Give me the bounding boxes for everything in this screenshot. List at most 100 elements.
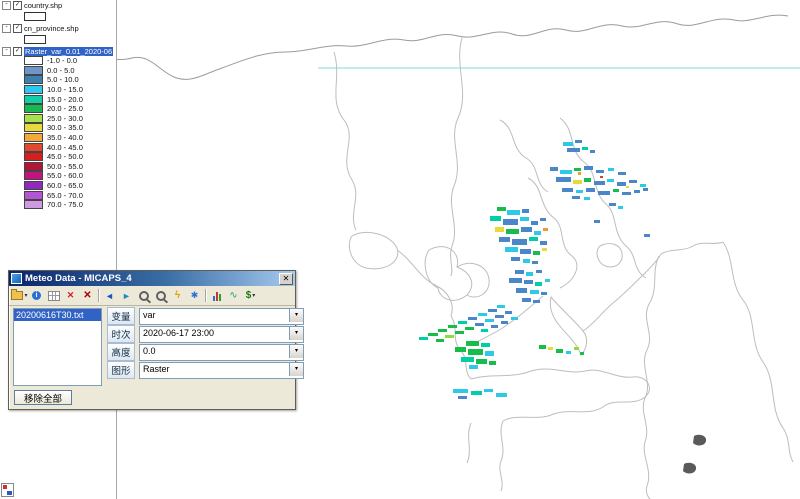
chevron-down-icon[interactable]: ▾ bbox=[289, 363, 303, 376]
legend-row: 55.0 - 60.0 bbox=[0, 171, 116, 181]
legend-color-swatch bbox=[24, 133, 43, 142]
legend-range-label: 65.0 - 70.0 bbox=[47, 191, 83, 200]
legend-color-swatch bbox=[24, 162, 43, 171]
clear-button[interactable]: ✕ bbox=[79, 288, 96, 304]
legend-range-label: 35.0 - 40.0 bbox=[47, 133, 83, 142]
height-label: 高度 bbox=[107, 343, 135, 361]
toolbar-separator bbox=[98, 289, 99, 302]
legend-range-label: 30.0 - 35.0 bbox=[47, 123, 83, 132]
time-label: 时次 bbox=[107, 325, 135, 343]
legend-color-swatch bbox=[24, 191, 43, 200]
legend-range-label: 20.0 - 25.0 bbox=[47, 104, 83, 113]
variable-label: 变量 bbox=[107, 307, 135, 325]
open-file-button[interactable]: ▾ bbox=[11, 288, 28, 304]
layer-checkbox[interactable]: ✓ bbox=[13, 1, 22, 10]
table-button[interactable] bbox=[45, 288, 62, 304]
legend-color-swatch bbox=[24, 171, 43, 180]
height-combobox[interactable]: 0.0 ▾ bbox=[139, 344, 304, 361]
remove-all-button[interactable]: 移除全部 bbox=[14, 390, 72, 405]
legend-color-swatch bbox=[24, 85, 43, 94]
icon-red-block bbox=[3, 485, 7, 489]
meteo-data-dialog: Meteo Data - MICAPS_4 ✕ ▾ i ✕ ✕ ◄ ► bbox=[8, 270, 296, 410]
dialog-titlebar[interactable]: Meteo Data - MICAPS_4 ✕ bbox=[9, 271, 295, 286]
dollar-icon: $ bbox=[246, 290, 252, 301]
layer-row-country[interactable]: - ✓ country.shp bbox=[0, 0, 116, 10]
legend-color-swatch bbox=[24, 114, 43, 123]
time-combobox[interactable]: 2020-06-17 23:00 ▾ bbox=[139, 326, 304, 343]
legend-row: 15.0 - 20.0 bbox=[0, 94, 116, 104]
legend-row: 65.0 - 70.0 bbox=[0, 190, 116, 200]
legend-range-label: 55.0 - 60.0 bbox=[47, 171, 83, 180]
layer-label[interactable]: cn_province.shp bbox=[24, 24, 79, 33]
info-button[interactable]: i bbox=[28, 288, 45, 304]
layer-checkbox[interactable]: ✓ bbox=[13, 24, 22, 33]
legend-color-swatch bbox=[24, 75, 43, 84]
legend-range-label: 70.0 - 75.0 bbox=[47, 200, 83, 209]
legend-row: 10.0 - 15.0 bbox=[0, 85, 116, 95]
variable-value: var bbox=[143, 310, 156, 320]
app-icon bbox=[11, 273, 22, 284]
file-list-item[interactable]: 20200616T30.txt bbox=[14, 309, 101, 321]
graphic-combobox[interactable]: Raster ▾ bbox=[139, 362, 304, 379]
layer-row-raster[interactable]: - ✓ Raster_var_0.01_2020-06 bbox=[0, 46, 116, 56]
legend-row: 50.0 - 55.0 bbox=[0, 162, 116, 172]
delete-button[interactable]: ✕ bbox=[62, 288, 79, 304]
zoom-in-button[interactable] bbox=[135, 288, 152, 304]
chevron-down-icon[interactable]: ▾ bbox=[289, 327, 303, 340]
nav-back-button[interactable]: ◄ bbox=[101, 288, 118, 304]
legend-row: 35.0 - 40.0 bbox=[0, 133, 116, 143]
legend-color-swatch bbox=[24, 123, 43, 132]
layer-row-province[interactable]: - ✓ cn_province.shp bbox=[0, 23, 116, 33]
tree-expand-icon[interactable]: - bbox=[2, 47, 11, 56]
tree-expand-icon[interactable]: - bbox=[2, 1, 11, 10]
layer-symbol-swatch bbox=[24, 35, 46, 44]
graphic-label: 图形 bbox=[107, 361, 135, 379]
currency-button[interactable]: $ ▾ bbox=[242, 288, 259, 304]
clear-icon: ✕ bbox=[83, 290, 91, 301]
time-field-row: 时次 2020-06-17 23:00 ▾ bbox=[107, 326, 304, 342]
delete-icon: ✕ bbox=[67, 290, 75, 301]
layer-label[interactable]: Raster_var_0.01_2020-06 bbox=[24, 47, 113, 56]
layer-checkbox[interactable]: ✓ bbox=[13, 47, 22, 56]
chevron-down-icon[interactable]: ▾ bbox=[289, 345, 303, 358]
magnifier-icon bbox=[156, 291, 166, 301]
legend-color-swatch bbox=[24, 181, 43, 190]
curve-button[interactable]: ∿ bbox=[225, 288, 242, 304]
tree-expand-icon[interactable]: - bbox=[2, 24, 11, 33]
legend-row: 25.0 - 30.0 bbox=[0, 114, 116, 124]
legend-row: 60.0 - 65.0 bbox=[0, 181, 116, 191]
legend-row: 5.0 - 10.0 bbox=[0, 75, 116, 85]
bar-chart-icon bbox=[213, 291, 221, 301]
map-viewport[interactable] bbox=[0, 0, 800, 499]
graphic-field-row: 图形 Raster ▾ bbox=[107, 362, 304, 378]
height-value: 0.0 bbox=[143, 346, 156, 356]
layer-symbol-swatch bbox=[24, 12, 46, 21]
wave-icon: ∿ bbox=[229, 290, 237, 301]
lightning-icon: ϟ bbox=[175, 290, 180, 301]
layer-label[interactable]: country.shp bbox=[24, 1, 62, 10]
chevron-down-icon[interactable]: ▾ bbox=[289, 309, 303, 322]
legend-range-label: 50.0 - 55.0 bbox=[47, 162, 83, 171]
zoom-out-button[interactable] bbox=[152, 288, 169, 304]
magnifier-icon bbox=[139, 291, 149, 301]
variable-field-row: 变量 var ▾ bbox=[107, 308, 304, 324]
legend-row: 30.0 - 35.0 bbox=[0, 123, 116, 133]
dialog-close-button[interactable]: ✕ bbox=[279, 273, 293, 285]
lightning-button[interactable]: ϟ bbox=[169, 288, 186, 304]
legend-row: 20.0 - 25.0 bbox=[0, 104, 116, 114]
variable-combobox[interactable]: var ▾ bbox=[139, 308, 304, 325]
file-listbox[interactable]: 20200616T30.txt bbox=[13, 308, 102, 386]
annotate-button[interactable]: ✱ bbox=[186, 288, 203, 304]
legend-range-label: 45.0 - 50.0 bbox=[47, 152, 83, 161]
nav-forward-button[interactable]: ► bbox=[118, 288, 135, 304]
legend-range-label: -1.0 - 0.0 bbox=[47, 56, 77, 65]
legend-row: 45.0 - 50.0 bbox=[0, 152, 116, 162]
minimized-window-icon[interactable] bbox=[1, 483, 14, 497]
legend-range-label: 5.0 - 10.0 bbox=[47, 75, 79, 84]
legend-row: 70.0 - 75.0 bbox=[0, 200, 116, 210]
legend-range-label: 25.0 - 30.0 bbox=[47, 114, 83, 123]
legend-range-label: 60.0 - 65.0 bbox=[47, 181, 83, 190]
legend-color-swatch bbox=[24, 95, 43, 104]
toolbar-separator bbox=[205, 289, 206, 302]
chart-button[interactable] bbox=[208, 288, 225, 304]
